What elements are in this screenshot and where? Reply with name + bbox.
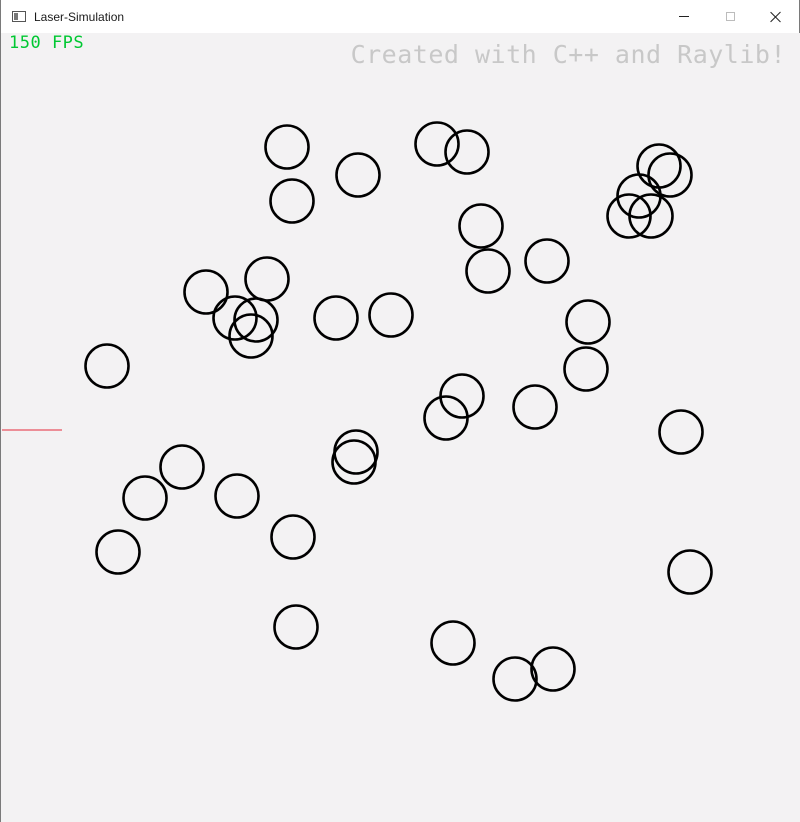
simulation-canvas[interactable]: 150 FPS Created with C++ and Raylib! — [2, 33, 800, 822]
obstacle-circle — [667, 549, 713, 595]
obstacle-circle — [270, 514, 316, 560]
obstacle-circle — [228, 313, 274, 359]
obstacle-circle — [95, 529, 141, 575]
app-window-icon — [12, 11, 26, 22]
obstacle-circle — [335, 152, 381, 198]
obstacle-circle — [273, 604, 319, 650]
obstacle-circle — [333, 429, 379, 475]
obstacle-circle — [269, 178, 315, 224]
scene — [2, 121, 713, 702]
obstacle-circle — [647, 152, 693, 198]
obstacle-circle — [563, 346, 609, 392]
credit-text: Created with C++ and Raylib! — [350, 40, 786, 69]
obstacle-circle — [565, 299, 611, 345]
app-window: Laser-Simulation 150 FPS Created with C+… — [0, 0, 800, 822]
title-bar[interactable]: Laser-Simulation — [1, 0, 799, 33]
obstacle-circle — [636, 143, 682, 189]
obstacle-circle — [458, 203, 504, 249]
obstacle-circle — [122, 475, 168, 521]
maximize-icon — [725, 12, 735, 21]
window-title: Laser-Simulation — [34, 9, 125, 24]
minimize-button[interactable] — [661, 0, 707, 33]
obstacle-circle — [465, 248, 511, 294]
close-button[interactable] — [753, 0, 799, 33]
obstacle-circle — [492, 656, 538, 702]
obstacle-circle — [313, 295, 359, 341]
obstacle-circle — [444, 129, 490, 175]
obstacle-circle — [331, 439, 377, 485]
obstacle-circle — [658, 409, 704, 455]
obstacle-circle — [368, 292, 414, 338]
obstacle-circle — [214, 473, 260, 519]
window-controls — [661, 0, 799, 33]
obstacle-circle — [530, 646, 576, 692]
obstacle-circle — [430, 620, 476, 666]
obstacle-circle — [414, 121, 460, 167]
obstacle-circle — [512, 384, 558, 430]
maximize-button[interactable] — [707, 0, 753, 33]
obstacle-circle — [264, 124, 310, 170]
obstacle-circle — [183, 269, 229, 315]
obstacle-circle — [84, 343, 130, 389]
minimize-icon — [679, 16, 689, 17]
fps-counter: 150 FPS — [9, 33, 85, 53]
obstacle-circle — [159, 444, 205, 490]
obstacle-circle — [524, 238, 570, 284]
obstacle-circles — [84, 121, 713, 702]
obstacle-circle — [244, 256, 290, 302]
close-icon — [770, 11, 782, 23]
